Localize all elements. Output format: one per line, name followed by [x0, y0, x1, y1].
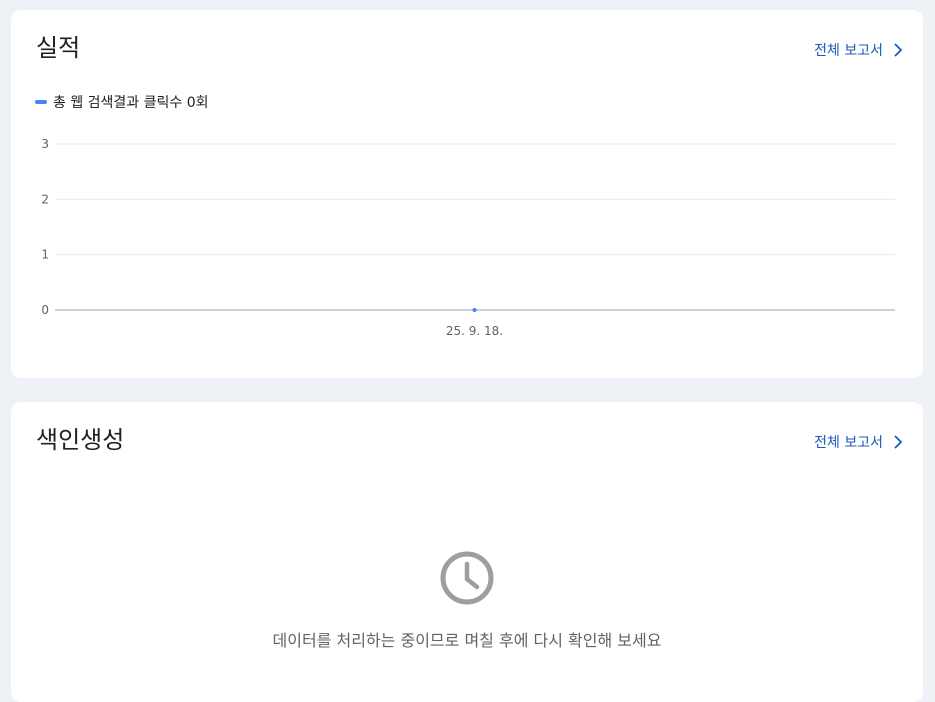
- legend-swatch: [35, 100, 47, 104]
- y-tick-label: 2: [41, 192, 49, 206]
- clock-icon: [440, 551, 494, 605]
- processing-message: 데이터를 처리하는 중이므로 며칠 후에 다시 확인해 보세요: [272, 631, 662, 650]
- performance-full-report-link[interactable]: 전체 보고서: [814, 40, 903, 60]
- performance-card: 실적 전체 보고서 총 웹 검색결과 클릭수 0회 3 2 1 0 25. 9. 18.: [11, 10, 923, 378]
- y-tick-label: 1: [41, 248, 49, 262]
- y-tick-label: 0: [41, 303, 49, 317]
- chevron-right-icon: [894, 435, 903, 449]
- chevron-right-icon: [894, 43, 903, 57]
- legend-label: 총 웹 검색결과 클릭수 0회: [53, 95, 209, 111]
- performance-chart: 3 2 1 0 25. 9. 18.: [41, 137, 895, 338]
- full-report-label: 전체 보고서: [814, 435, 883, 451]
- data-point[interactable]: [472, 308, 477, 312]
- x-tick-label: 25. 9. 18.: [446, 324, 503, 338]
- performance-title: 실적: [36, 34, 81, 62]
- indexing-full-report-link[interactable]: 전체 보고서: [814, 432, 903, 452]
- y-tick-label: 3: [41, 137, 49, 151]
- indexing-title: 색인생성: [36, 426, 125, 454]
- full-report-label: 전체 보고서: [814, 43, 883, 59]
- chart-legend[interactable]: 총 웹 검색결과 클릭수 0회: [35, 92, 209, 112]
- indexing-card: 색인생성 전체 보고서 데이터를 처리하는 중이므로 며칠 후에 다시 확인해 …: [11, 402, 923, 702]
